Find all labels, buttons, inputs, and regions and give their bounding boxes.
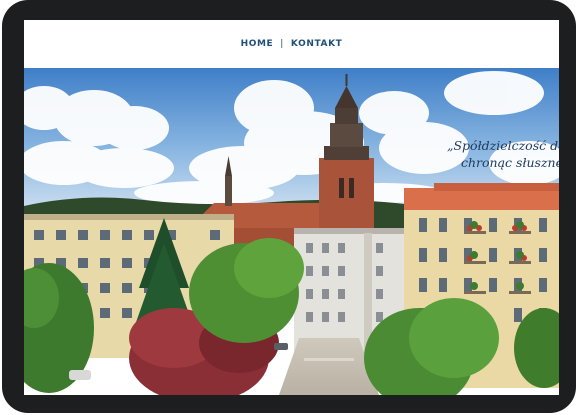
tablet-frame: HOME | KONTAKT „Spółdzielczość d chronąc…	[2, 0, 576, 413]
hero-banner: „Spółdzielczość dow chronąc słuszne i	[24, 68, 559, 395]
top-navigation: HOME | KONTAKT	[24, 20, 559, 68]
parked-car	[69, 370, 91, 380]
nav-kontakt-link[interactable]: KONTAKT	[289, 37, 344, 51]
parked-car	[274, 343, 288, 350]
screen: HOME | KONTAKT „Spółdzielczość d chronąc…	[24, 20, 559, 395]
hero-photo	[24, 68, 559, 395]
nav-home-link[interactable]: HOME	[239, 37, 276, 51]
nav-separator: |	[280, 39, 284, 49]
